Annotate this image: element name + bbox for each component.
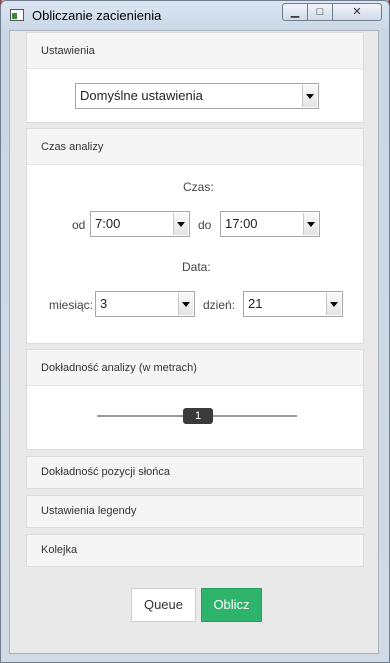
day-value: 21 (248, 296, 263, 311)
from-label: od (72, 218, 86, 232)
app-icon (10, 9, 24, 21)
settings-panel: Ustawienia Domyślne ustawienia (26, 32, 364, 123)
queue-panel-header[interactable]: Kolejka (27, 535, 363, 566)
accuracy-panel: Dokładność analizy (w metrach) 1 (26, 349, 364, 450)
chevron-down-icon[interactable] (326, 293, 341, 315)
chevron-down-icon[interactable] (178, 293, 193, 315)
chevron-down-icon[interactable] (173, 213, 188, 235)
time-label: Czas: (183, 180, 214, 194)
legend-settings-panel[interactable]: Ustawienia legendy (26, 495, 364, 528)
preset-select[interactable]: Domyślne ustawienia (75, 83, 319, 109)
to-label: do (198, 218, 212, 232)
window-title: Obliczanie zacienienia (32, 8, 162, 23)
month-select[interactable]: 3 (95, 291, 195, 317)
month-label: miesiąc: (49, 298, 94, 312)
from-time-select[interactable]: 7:00 (90, 211, 190, 237)
dialog-content: Ustawienia Domyślne ustawienia Czas anal… (9, 30, 379, 654)
to-time-value: 17:00 (225, 216, 258, 231)
month-value: 3 (100, 296, 108, 311)
sun-accuracy-panel-header[interactable]: Dokładność pozycji słońca (27, 457, 363, 488)
title-bar[interactable]: Obliczanie zacienienia ▁ □ ✕ (1, 1, 389, 31)
minimize-button[interactable]: ▁ (282, 3, 308, 21)
preset-select-value: Domyślne ustawienia (80, 88, 203, 103)
to-time-select[interactable]: 17:00 (220, 211, 320, 237)
day-select[interactable]: 21 (243, 291, 343, 317)
analysis-time-panel-header[interactable]: Czas analizy (27, 129, 363, 165)
compute-button[interactable]: Oblicz (201, 588, 262, 622)
chevron-down-icon[interactable] (303, 213, 318, 235)
from-time-value: 7:00 (95, 216, 121, 231)
accuracy-panel-header[interactable]: Dokładność analizy (w metrach) (27, 350, 363, 386)
settings-panel-header[interactable]: Ustawienia (27, 33, 363, 69)
analysis-time-panel: Czas analizy Czas: od 7:00 do 17:00 Data… (26, 128, 364, 344)
legend-settings-panel-header[interactable]: Ustawienia legendy (27, 496, 363, 527)
maximize-button[interactable]: □ (307, 3, 333, 21)
accuracy-slider-thumb[interactable]: 1 (183, 408, 213, 424)
queue-button[interactable]: Queue (131, 588, 196, 622)
queue-panel[interactable]: Kolejka (26, 534, 364, 567)
chevron-down-icon[interactable] (302, 85, 317, 107)
date-label: Data: (182, 260, 211, 274)
sun-accuracy-panel[interactable]: Dokładność pozycji słońca (26, 456, 364, 489)
close-button[interactable]: ✕ (332, 3, 382, 21)
day-label: dzień: (203, 298, 236, 312)
